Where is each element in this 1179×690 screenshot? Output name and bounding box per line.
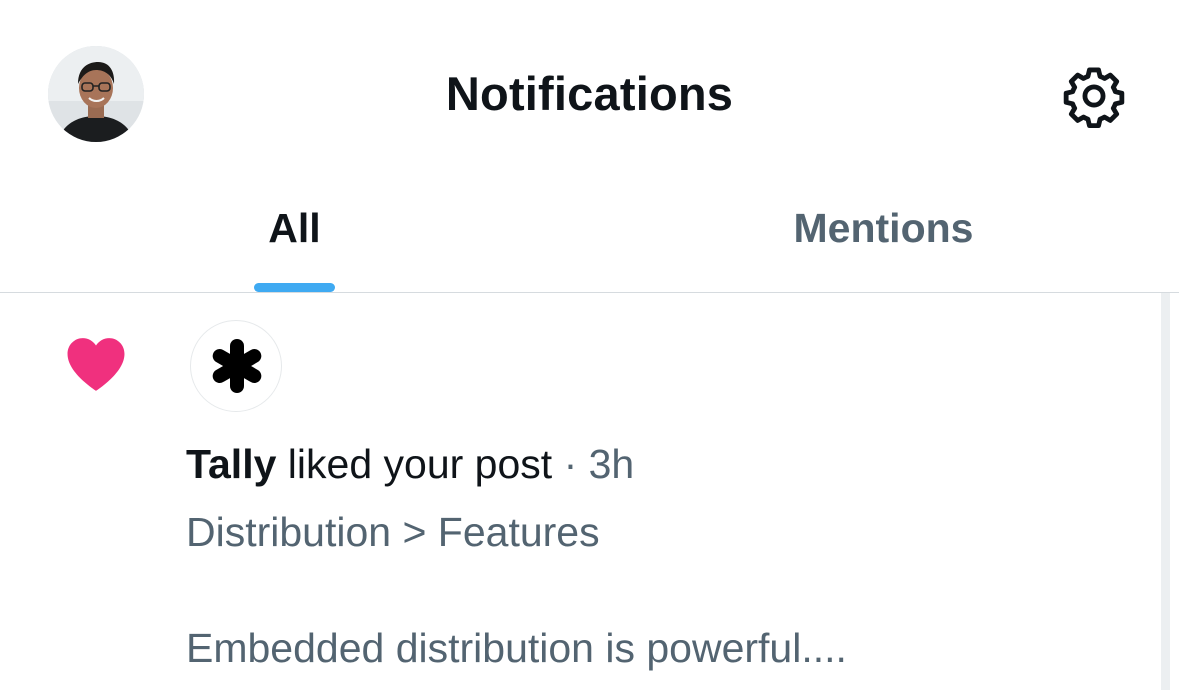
tab-all[interactable]: All <box>0 185 589 292</box>
gear-icon <box>1063 67 1125 129</box>
notification-action: liked your post <box>287 441 553 487</box>
page-title: Notifications <box>445 67 734 120</box>
header: Notifications <box>0 0 1179 185</box>
tab-mentions[interactable]: Mentions <box>589 185 1178 292</box>
heart-icon <box>67 338 125 391</box>
scrollbar[interactable] <box>1161 293 1170 690</box>
notification-item[interactable]: Tally liked your post · 3h Distribution … <box>0 293 1160 690</box>
notification-text: Tally liked your post · 3h <box>186 441 634 488</box>
separator: · <box>563 441 578 487</box>
settings-button[interactable] <box>1060 62 1128 130</box>
actor-name[interactable]: Tally <box>186 441 276 487</box>
asterisk-icon <box>212 339 262 393</box>
post-context: Distribution > Features <box>186 509 600 555</box>
tab-selected-indicator <box>254 283 335 292</box>
post-preview: Embedded distribution is powerful.... <box>186 625 847 671</box>
tab-mentions-label: Mentions <box>793 205 974 251</box>
tab-all-label: All <box>268 205 321 251</box>
tab-bar: All Mentions <box>0 185 1179 292</box>
actor-avatar[interactable] <box>190 320 282 412</box>
notification-time: 3h <box>588 441 635 487</box>
